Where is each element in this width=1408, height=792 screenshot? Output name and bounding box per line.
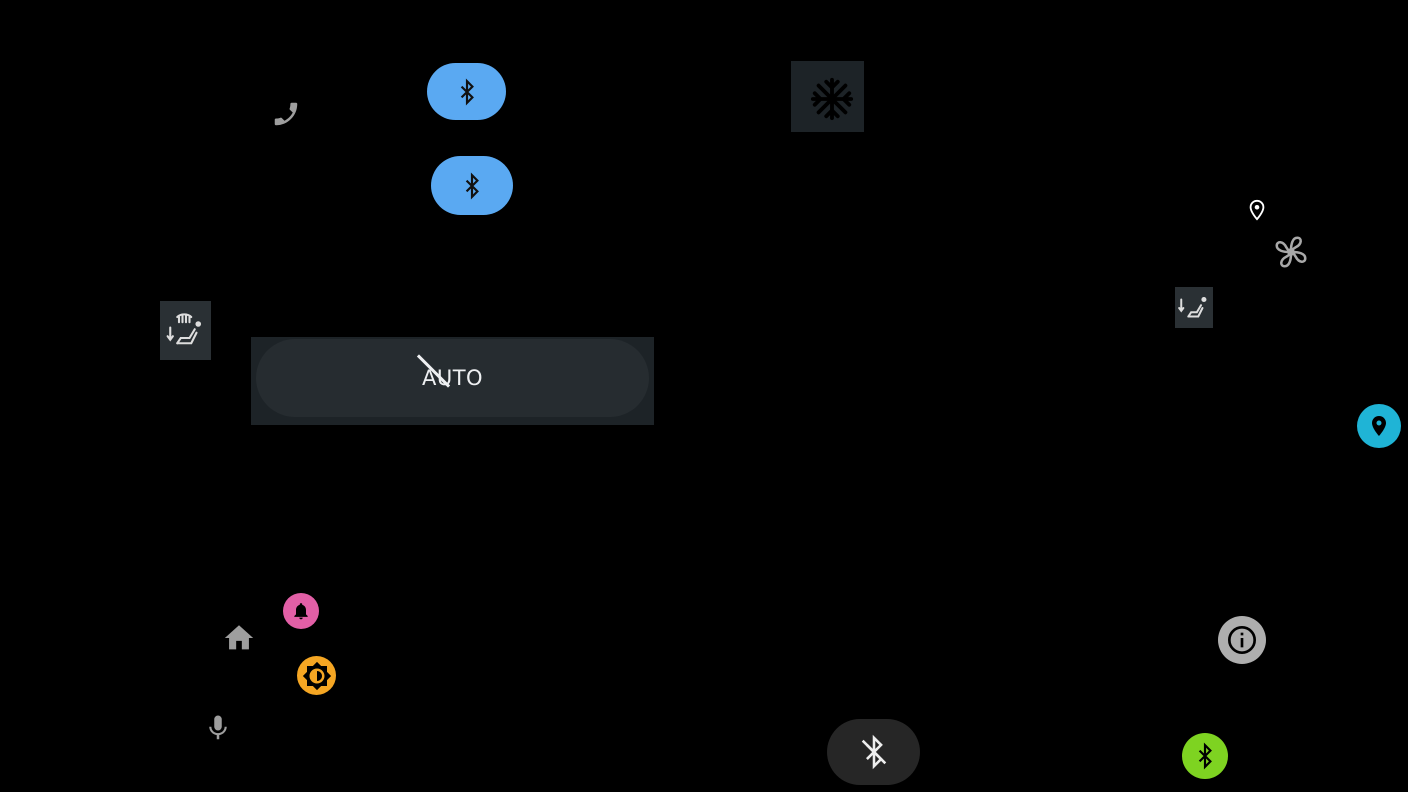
bluetooth-disabled-icon bbox=[861, 734, 886, 770]
info-button[interactable] bbox=[1218, 616, 1266, 664]
climate-auto-panel: AUTO bbox=[251, 337, 654, 425]
location-button[interactable] bbox=[1245, 196, 1269, 224]
location-pin-icon bbox=[1372, 416, 1386, 436]
microphone-icon bbox=[209, 715, 227, 740]
voice-button[interactable] bbox=[202, 708, 234, 748]
bluetooth-button-2[interactable] bbox=[431, 156, 513, 215]
phone-icon bbox=[274, 102, 298, 126]
phone-button[interactable] bbox=[268, 97, 304, 131]
bluetooth-disabled-button[interactable] bbox=[827, 719, 920, 785]
home-icon bbox=[224, 625, 254, 650]
bluetooth-icon bbox=[465, 172, 479, 199]
home-button[interactable] bbox=[220, 620, 258, 656]
seat-airflow-button[interactable] bbox=[1175, 287, 1213, 328]
brightness-icon bbox=[302, 661, 331, 690]
fan-icon bbox=[1275, 236, 1307, 268]
bluetooth-icon bbox=[460, 78, 474, 105]
seat-heat-button[interactable] bbox=[160, 301, 211, 360]
bluetooth-status-button[interactable] bbox=[1182, 733, 1228, 779]
info-icon bbox=[1228, 626, 1256, 654]
fan-button[interactable] bbox=[1270, 232, 1312, 272]
navigation-button[interactable] bbox=[1357, 404, 1401, 448]
snowflake-icon bbox=[810, 77, 853, 120]
climate-auto-button[interactable]: AUTO bbox=[256, 339, 649, 417]
brightness-button[interactable] bbox=[297, 656, 336, 695]
seat-airflow-icon bbox=[1178, 296, 1207, 317]
heated-seat-icon bbox=[166, 312, 201, 344]
ac-button[interactable] bbox=[791, 61, 864, 132]
bluetooth-icon bbox=[1198, 742, 1212, 770]
bluetooth-button-1[interactable] bbox=[427, 63, 506, 120]
notification-button[interactable] bbox=[283, 593, 319, 629]
location-pin-icon bbox=[1249, 199, 1265, 221]
bell-icon bbox=[294, 603, 308, 620]
